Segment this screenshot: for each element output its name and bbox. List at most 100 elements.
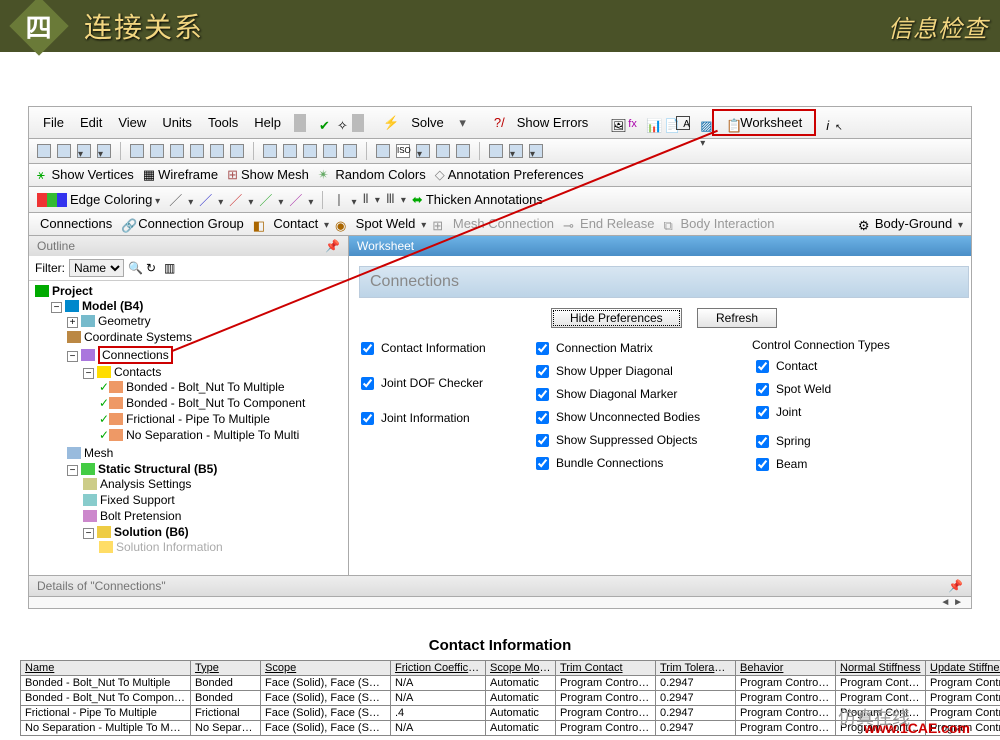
cb-contact-info[interactable]: Contact Information — [357, 338, 522, 359]
edge-style-2[interactable]: ／ — [229, 190, 253, 209]
cb-type-contact[interactable]: Contact — [752, 356, 890, 377]
cb-diag-marker[interactable]: Show Diagonal Marker — [532, 384, 742, 405]
cb-bundle[interactable]: Bundle Connections — [532, 453, 742, 474]
filter-select[interactable]: Name — [69, 259, 124, 277]
view-mode-icon[interactable] — [416, 144, 430, 158]
random-colors-button[interactable]: ✴ Random Colors — [318, 167, 429, 183]
doc-icon[interactable]: 📄 — [658, 116, 672, 130]
tree-connections[interactable]: Connections — [98, 346, 173, 364]
tree-toggle[interactable]: − — [83, 368, 94, 379]
show-errors-button[interactable]: ?/Show Errors — [482, 113, 600, 132]
tree-bolt[interactable]: Bolt Pretension — [100, 509, 181, 523]
tree-solution[interactable]: Solution (B6) — [114, 525, 189, 539]
refresh-button[interactable]: Refresh — [697, 308, 777, 328]
fx-icon[interactable]: fx — [622, 116, 636, 130]
tree-static[interactable]: Static Structural (B5) — [98, 462, 217, 476]
th-scopemode[interactable]: Scope Mode — [486, 660, 556, 675]
annotation-prefs-button[interactable]: ◇Annotation Preferences — [435, 167, 587, 183]
tree-fixed[interactable]: Fixed Support — [100, 493, 175, 507]
tree-toggle[interactable]: + — [67, 317, 78, 328]
element-icon[interactable] — [230, 144, 244, 158]
cb-type-joint[interactable]: Joint — [752, 402, 890, 423]
menu-file[interactable]: File — [37, 113, 70, 132]
check-icon[interactable]: ✔ — [313, 116, 327, 130]
th-tol[interactable]: Trim Tolerance — [656, 660, 736, 675]
face-icon[interactable] — [170, 144, 184, 158]
edge-style-4[interactable]: ／ — [289, 190, 313, 209]
table-row[interactable]: Frictional - Pipe To MultipleFrictionalF… — [21, 705, 1000, 720]
wireframe-button[interactable]: ▦Wireframe — [143, 167, 221, 183]
tree-project[interactable]: Project — [52, 284, 93, 298]
pan-icon[interactable] — [283, 144, 297, 158]
sparkle-icon[interactable]: ✧ — [331, 116, 345, 130]
th-friction[interactable]: Friction Coefficient — [391, 660, 486, 675]
tree-c1[interactable]: Bonded - Bolt_Nut To Multiple — [126, 380, 285, 394]
cb-conn-matrix[interactable]: Connection Matrix — [532, 338, 742, 359]
wireframe-toggle-icon[interactable] — [489, 144, 503, 158]
look-icon[interactable] — [376, 144, 390, 158]
edge-style-1[interactable]: ／ — [199, 190, 223, 209]
th-update[interactable]: Update Stiffness — [926, 660, 1000, 675]
filter-expand-icon[interactable]: ▥ — [164, 261, 178, 275]
th-type[interactable]: Type — [191, 660, 261, 675]
tree-model[interactable]: Model (B4) — [82, 299, 143, 313]
connection-group-button[interactable]: 🔗Connection Group — [121, 216, 247, 232]
pin-icon[interactable]: 📌 — [325, 239, 340, 253]
menu-tools[interactable]: Tools — [202, 113, 244, 132]
outline-tree[interactable]: Project − Model (B4) + Geometry Coordinate… — [29, 281, 348, 575]
menu-units[interactable]: Units — [156, 113, 198, 132]
tree-c2[interactable]: Bonded - Bolt_Nut To Component — [126, 396, 305, 410]
rotate-icon[interactable] — [263, 144, 277, 158]
select-icon[interactable] — [37, 144, 51, 158]
section-icon[interactable] — [529, 144, 543, 158]
text-icon[interactable]: A — [676, 116, 690, 130]
line-thick-1[interactable]: 丨 — [332, 190, 356, 209]
prev-view-icon[interactable] — [436, 144, 450, 158]
th-normal[interactable]: Normal Stiffness — [836, 660, 926, 675]
line-thick-3[interactable]: Ⅲ — [386, 192, 406, 207]
body-icon[interactable] — [190, 144, 204, 158]
cb-unconn[interactable]: Show Unconnected Bodies — [532, 407, 742, 428]
table-row[interactable]: Bonded - Bolt_Nut To Component3BondedFac… — [21, 690, 1000, 705]
pick-mode-icon[interactable] — [77, 144, 91, 158]
hide-preferences-button[interactable]: Hide Preferences — [551, 308, 682, 328]
table-row[interactable]: Bonded - Bolt_Nut To MultipleBondedFace … — [21, 675, 1000, 690]
edge-style-3[interactable]: ／ — [259, 190, 283, 209]
image-icon[interactable]: 🖼 — [604, 116, 618, 130]
details-pin-icon[interactable]: 📌 — [948, 579, 963, 593]
tree-coord[interactable]: Coordinate Systems — [84, 330, 192, 344]
cb-type-spot[interactable]: Spot Weld — [752, 379, 890, 400]
menu-edit[interactable]: Edit — [74, 113, 108, 132]
tree-contacts[interactable]: Contacts — [114, 365, 161, 379]
zoom-box-icon[interactable] — [323, 144, 337, 158]
tree-toggle[interactable]: − — [67, 465, 78, 476]
box-select-icon[interactable] — [57, 144, 71, 158]
edge-coloring-button[interactable]: Edge Coloring — [37, 192, 163, 207]
chart-icon[interactable]: 📊 — [640, 116, 654, 130]
th-scope[interactable]: Scope — [261, 660, 391, 675]
shade-icon[interactable] — [509, 144, 523, 158]
th-trim[interactable]: Trim Contact — [556, 660, 656, 675]
contact-button[interactable]: ◧ Contact — [253, 216, 329, 232]
cb-upper-diag[interactable]: Show Upper Diagonal — [532, 361, 742, 382]
cb-joint-dof[interactable]: Joint DOF Checker — [357, 373, 522, 394]
menu-view[interactable]: View — [112, 113, 152, 132]
tree-c3[interactable]: Frictional - Pipe To Multiple — [126, 412, 270, 426]
tree-geometry[interactable]: Geometry — [98, 314, 151, 328]
palette-icon[interactable]: ▨ — [694, 116, 708, 130]
vertex-icon[interactable] — [130, 144, 144, 158]
node-icon[interactable] — [210, 144, 224, 158]
th-name[interactable]: Name — [21, 660, 191, 675]
scroll-arrows[interactable]: ◄ ► — [940, 597, 963, 608]
worksheet-button[interactable]: 📋 Worksheet — [712, 109, 816, 136]
show-mesh-button[interactable]: ⊞Show Mesh — [227, 167, 312, 183]
tree-mesh[interactable]: Mesh — [84, 446, 113, 460]
info-cursor-icon[interactable]: i↖ — [820, 116, 834, 130]
edge-icon[interactable] — [150, 144, 164, 158]
cb-type-spring[interactable]: Spring — [752, 431, 890, 452]
table-row[interactable]: No Separation - Multiple To MultipleNo S… — [21, 720, 1000, 735]
filter-clear-icon[interactable]: 🔍 — [128, 261, 142, 275]
tree-c4[interactable]: No Separation - Multiple To Multi — [126, 428, 299, 442]
thicken-button[interactable]: ⬌Thicken Annotations — [412, 192, 546, 208]
cb-joint-info[interactable]: Joint Information — [357, 408, 522, 429]
